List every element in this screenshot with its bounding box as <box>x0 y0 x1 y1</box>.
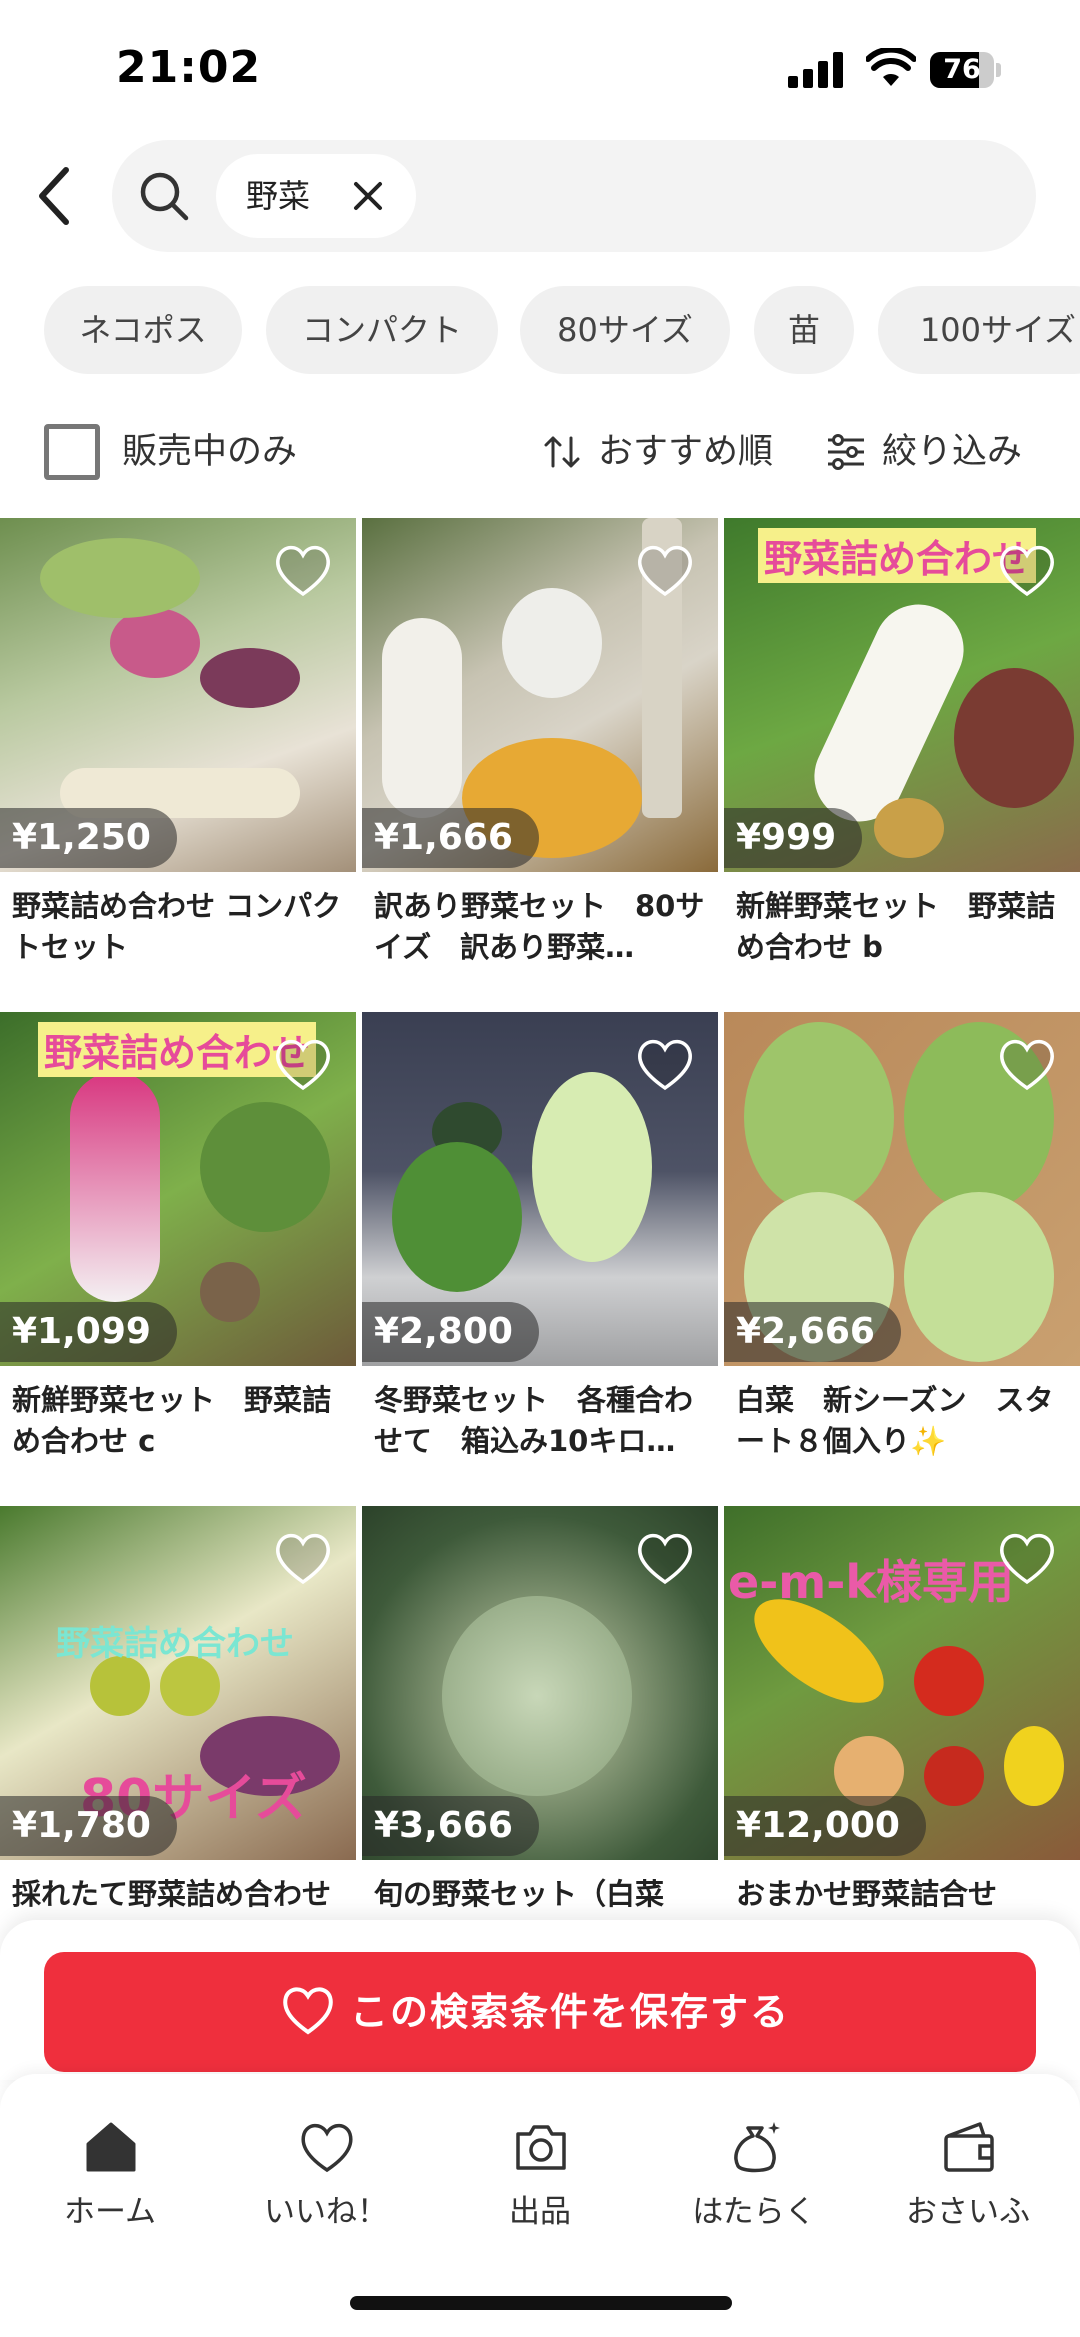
filter-chip-row: ネコポス コンパクト 80サイズ 苗 100サイズ <box>44 286 1080 374</box>
product-image-caption: 野菜詰め合わせ <box>758 528 1037 583</box>
product-title: 冬野菜セット 各種合わせて 箱込み10キロ… <box>374 1383 694 1458</box>
nav-label: ホーム <box>63 2194 157 2230</box>
sort-icon <box>544 436 580 468</box>
filter-chip[interactable]: 80サイズ <box>520 286 730 374</box>
product-image-caption: e-m-k様専用 <box>728 1555 1014 1609</box>
heart-icon[interactable] <box>996 1036 1058 1092</box>
back-button[interactable] <box>30 160 80 232</box>
wallet-icon <box>944 2122 994 2172</box>
heart-outline-icon <box>283 1987 333 2035</box>
heart-icon[interactable] <box>634 1530 696 1586</box>
product-title: 新鮮野菜セット 野菜詰め合わせ b <box>736 889 1056 964</box>
price-tag: ¥2,800 <box>362 1302 539 1362</box>
save-search-button[interactable]: この検索条件を保存する <box>44 1952 1036 2072</box>
nav-label: はたらく <box>692 2194 816 2230</box>
heart-icon[interactable] <box>996 542 1058 598</box>
product-title: 訳あり野菜セット 80サイズ 訳あり野菜… <box>374 889 705 964</box>
filter-chip[interactable]: ネコポス <box>44 286 242 374</box>
filter-chip[interactable]: 100サイズ <box>878 286 1080 374</box>
heart-icon[interactable] <box>634 1036 696 1092</box>
search-bar[interactable]: 野菜 <box>112 140 1036 252</box>
nav-label: 出品 <box>509 2194 571 2230</box>
heart-icon[interactable] <box>272 542 334 598</box>
status-bar: 21:02 76 <box>0 0 1080 140</box>
bag-icon <box>734 2122 780 2173</box>
heart-icon <box>301 2123 353 2173</box>
price-tag: ¥3,666 <box>362 1796 539 1856</box>
battery-icon: 76 <box>930 52 1002 88</box>
product-title: 白菜 新シーズン スタート８個入り✨ <box>736 1383 1054 1458</box>
heart-icon[interactable] <box>634 542 696 598</box>
status-time: 21:02 <box>116 42 262 93</box>
save-search-bar: この検索条件を保存する <box>0 1920 1080 2080</box>
price-tag: ¥2,666 <box>724 1302 901 1362</box>
price-tag: ¥1,666 <box>362 808 539 868</box>
filter-label: 絞り込み <box>882 432 1023 472</box>
signal-icon <box>788 52 844 88</box>
search-query-chip[interactable]: 野菜 <box>216 154 416 238</box>
nav-sell[interactable]: 出品 <box>440 2118 640 2258</box>
nav-wallet[interactable]: おさいふ <box>868 2118 1068 2258</box>
nav-home[interactable]: ホーム <box>10 2118 210 2258</box>
price-tag: ¥1,099 <box>0 1302 177 1362</box>
camera-icon <box>516 2125 566 2170</box>
filter-chip[interactable]: 苗 <box>754 286 854 374</box>
filter-chip[interactable]: コンパクト <box>266 286 498 374</box>
product-title: 新鮮野菜セット 野菜詰め合わせ c <box>12 1383 332 1458</box>
close-icon[interactable] <box>348 176 388 216</box>
on-sale-checkbox[interactable] <box>44 424 100 480</box>
home-icon <box>86 2122 136 2172</box>
sliders-icon <box>828 434 864 470</box>
home-indicator <box>350 2296 732 2310</box>
nav-label: おさいふ <box>906 2194 1030 2230</box>
nav-label: いいね！ <box>264 2194 388 2230</box>
product-title: 野菜詰め合わせ コンパクトセット <box>12 889 342 964</box>
price-tag: ¥1,250 <box>0 808 177 868</box>
save-search-label: この検索条件を保存する <box>350 1990 791 2034</box>
price-tag: ¥1,780 <box>0 1796 177 1856</box>
search-icon <box>140 172 189 221</box>
nav-likes[interactable]: いいね！ <box>226 2118 426 2258</box>
on-sale-label: 販売中のみ <box>122 432 298 472</box>
price-tag: ¥999 <box>724 808 863 868</box>
wifi-icon <box>866 48 916 86</box>
heart-icon[interactable] <box>272 1036 334 1092</box>
price-tag: ¥12,000 <box>724 1796 926 1856</box>
heart-icon[interactable] <box>272 1530 334 1586</box>
product-image-caption: 野菜詰め合わせ <box>56 1624 294 1664</box>
battery-level: 76 <box>943 54 981 85</box>
heart-icon[interactable] <box>996 1530 1058 1586</box>
sort-label: おすすめ順 <box>598 432 774 472</box>
search-query-text: 野菜 <box>246 177 311 215</box>
product-grid: ¥1,250 野菜詰め合わせ コンパクトセット ¥1,666 訳あり野菜セット … <box>0 518 1080 1928</box>
nav-work[interactable]: はたらく <box>654 2118 854 2258</box>
